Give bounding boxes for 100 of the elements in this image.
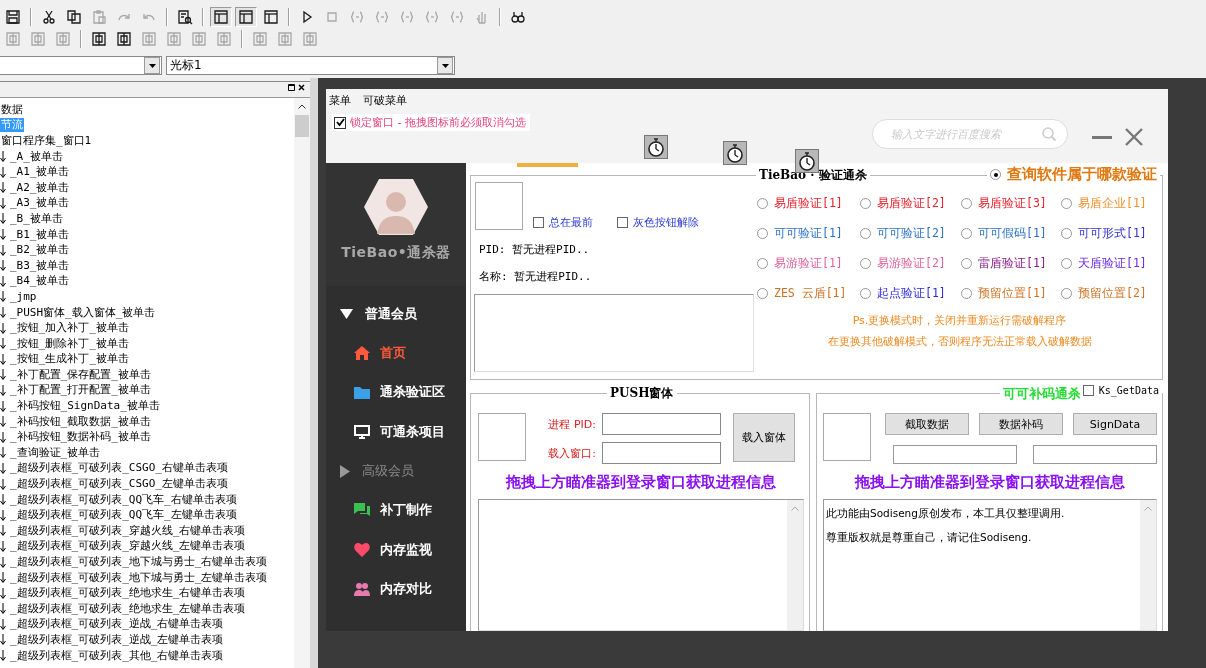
tree-item[interactable]: _补码按钮_SignData_被单击 <box>9 399 161 414</box>
tree-item[interactable]: _A3_被单击 <box>9 196 71 211</box>
tree-item[interactable]: _超级列表框_可破列表_CSGO_左键单击表项 <box>9 477 229 492</box>
down-arrow-icon <box>0 182 6 194</box>
tree-item[interactable]: _按钮_加入补丁_被单击 <box>9 321 130 336</box>
tree-item[interactable]: _超级列表框_可破列表_地下城与勇士_右键单击表项 <box>9 555 269 569</box>
group-title: TieBao · 验证通杀 <box>756 167 870 184</box>
close-icon <box>1125 128 1143 146</box>
house-icon <box>354 345 370 360</box>
checkbox[interactable]: 总在最前 <box>533 215 593 230</box>
checkbox[interactable] <box>334 116 346 129</box>
tree-item[interactable]: _按钮_删除补丁_被单击 <box>9 336 130 351</box>
target-box[interactable] <box>478 413 526 461</box>
tree-item[interactable]: _补丁配置_保存配置_被单击 <box>9 367 152 382</box>
tree-item[interactable]: _B_被单击 <box>9 211 64 226</box>
text-area[interactable]: 此功能由Sodiseng原创发布，本工具仅整理调用. 尊重版权就是尊重自己，请记住Sodiseng. <box>823 499 1157 631</box>
folder-icon <box>354 385 370 399</box>
dropdown[interactable] <box>0 56 162 75</box>
tree-item[interactable]: _超级列表框_可破列表_穿越火线_左键单击表项 <box>9 539 247 554</box>
scrollbar[interactable] <box>1140 500 1156 630</box>
radio-button[interactable]: 易游验证[1] <box>757 256 860 271</box>
radio-button[interactable]: 预留位置[2] <box>1061 286 1161 301</box>
tree-item[interactable]: _A1_被单击 <box>9 165 71 180</box>
load-button[interactable]: 载入窗体 <box>733 413 795 462</box>
checkbox[interactable]: 灰色按钮解除 <box>617 215 699 230</box>
tree-item[interactable]: _超级列表框_可破列表_地下城与勇士_左键单击表项 <box>9 570 269 585</box>
target-box[interactable] <box>475 182 523 230</box>
menu-item[interactable]: 可破菜单 <box>363 93 407 108</box>
down-arrow-icon <box>0 275 6 287</box>
tree-item[interactable]: _B2_被单击 <box>9 243 71 258</box>
nav-item[interactable]: 补丁制作 <box>326 490 466 530</box>
scrollbar[interactable] <box>294 98 310 668</box>
radio-button[interactable]: ZES 云盾[1] <box>757 286 860 301</box>
tree-item[interactable]: _B3_被单击 <box>9 258 71 273</box>
text-area[interactable] <box>478 499 804 631</box>
radio-button[interactable]: 可可形式[1] <box>1061 226 1161 241</box>
tree-item[interactable]: _A_被单击 <box>9 149 64 164</box>
group-title: PUSH窗体 <box>607 385 677 402</box>
stopwatch-icon[interactable] <box>644 135 668 159</box>
input-field[interactable] <box>602 413 721 435</box>
radio-button[interactable]: 易盾验证[3] <box>961 196 1061 211</box>
radio-button[interactable]: 预留位置[1] <box>961 286 1061 301</box>
tree-item[interactable]: _查询验证_被单击 <box>9 445 102 460</box>
tree-item[interactable]: _PUSH窗体_载入窗体_被单击 <box>9 305 157 320</box>
tree-item[interactable]: 窗口程序集_窗口1 <box>0 134 93 148</box>
input-field[interactable] <box>893 445 1017 464</box>
down-arrow-icon <box>0 572 6 584</box>
radio-button[interactable]: 天盾验证[1] <box>1061 256 1161 271</box>
scrollbar[interactable] <box>787 500 803 630</box>
scroll-thumb[interactable] <box>295 115 309 137</box>
tree-item[interactable]: _超级列表框_可破列表_其他_右键单击表项 <box>9 648 225 663</box>
tab-indicator <box>517 163 578 167</box>
dropdown[interactable]: 光标1 <box>166 56 455 75</box>
tree-item[interactable]: 数据 <box>0 102 24 117</box>
radio-button[interactable]: 易游验证[2] <box>860 256 961 271</box>
tree-item[interactable]: _A2_被单击 <box>9 180 71 195</box>
menu-group[interactable]: 高级会员 <box>326 451 466 491</box>
tree-item[interactable]: _超级列表框_可破列表_绝地求生_左键单击表项 <box>9 601 247 616</box>
menu-item[interactable]: 菜单 <box>329 93 351 108</box>
tree-item[interactable]: _超级列表框_可破列表_逆战_右键单击表项 <box>9 617 225 632</box>
tree-item[interactable]: _超级列表框_可破列表_QQ飞车_右键单击表项 <box>9 492 238 507</box>
menu-group[interactable]: 普通会员 <box>326 294 466 333</box>
tree-item[interactable]: _超级列表框_可破列表_CSGO_右键单击表项 <box>9 461 229 476</box>
tree-item[interactable]: _超级列表框_可破列表_穿越火线_右键单击表项 <box>9 523 247 538</box>
nav-item[interactable]: 首页 <box>326 333 466 373</box>
radio-button[interactable]: 易盾验证[1] <box>757 196 860 211</box>
text-area[interactable] <box>474 294 754 372</box>
checkbox[interactable]: Ks_GetData <box>1079 385 1162 396</box>
radio-button[interactable]: 可可验证[1] <box>757 226 860 241</box>
nav-item[interactable]: 内存监视 <box>326 530 466 570</box>
close-button[interactable] <box>297 82 306 92</box>
input-field[interactable] <box>602 442 721 464</box>
action-button[interactable]: SignData <box>1073 413 1157 435</box>
tree-item[interactable]: _补码按钮_数据补码_被单击 <box>9 430 152 445</box>
target-box[interactable] <box>823 413 871 461</box>
nav-item[interactable]: 通杀验证区 <box>326 372 466 412</box>
tree-item[interactable]: _超级列表框_可破列表_绝地求生_右键单击表项 <box>9 586 247 601</box>
tree-item[interactable]: _补码按钮_截取数据_被单击 <box>9 414 152 429</box>
action-button[interactable]: 截取数据 <box>885 413 969 435</box>
tree-item[interactable]: _补丁配置_打开配置_被单击 <box>9 383 152 398</box>
radio-button[interactable]: 易盾验证[2] <box>860 196 961 211</box>
radio-button[interactable]: 可可假码[1] <box>961 226 1061 241</box>
input-field[interactable] <box>1033 445 1157 464</box>
tree-item[interactable]: _B1_被单击 <box>9 227 71 242</box>
group-title: 可可补码通杀 <box>1000 385 1084 403</box>
tree-item[interactable]: _超级列表框_可破列表_逆战_左键单击表项 <box>9 633 225 647</box>
nav-item[interactable]: 可通杀项目 <box>326 412 466 452</box>
radio-button[interactable]: 起点验证[1] <box>860 286 961 301</box>
down-arrow-icon <box>0 525 6 537</box>
users-icon <box>354 582 370 597</box>
restore-button[interactable] <box>287 82 296 92</box>
tree-item[interactable]: _B4_被单击 <box>9 274 71 289</box>
radio-button[interactable]: 可可验证[2] <box>860 226 961 241</box>
action-button[interactable]: 数据补码 <box>979 413 1063 435</box>
tree-item[interactable]: _超级列表框_可破列表_QQ飞车_左键单击表项 <box>9 508 238 523</box>
radio-button[interactable]: 雷盾验证[1] <box>961 256 1061 271</box>
tree-item[interactable]: _jmp <box>9 289 38 304</box>
stopwatch-icon[interactable] <box>723 141 747 165</box>
nav-item[interactable]: 内存对比 <box>326 569 466 609</box>
tree-item[interactable]: _按钮_生成补丁_被单击 <box>9 352 130 367</box>
